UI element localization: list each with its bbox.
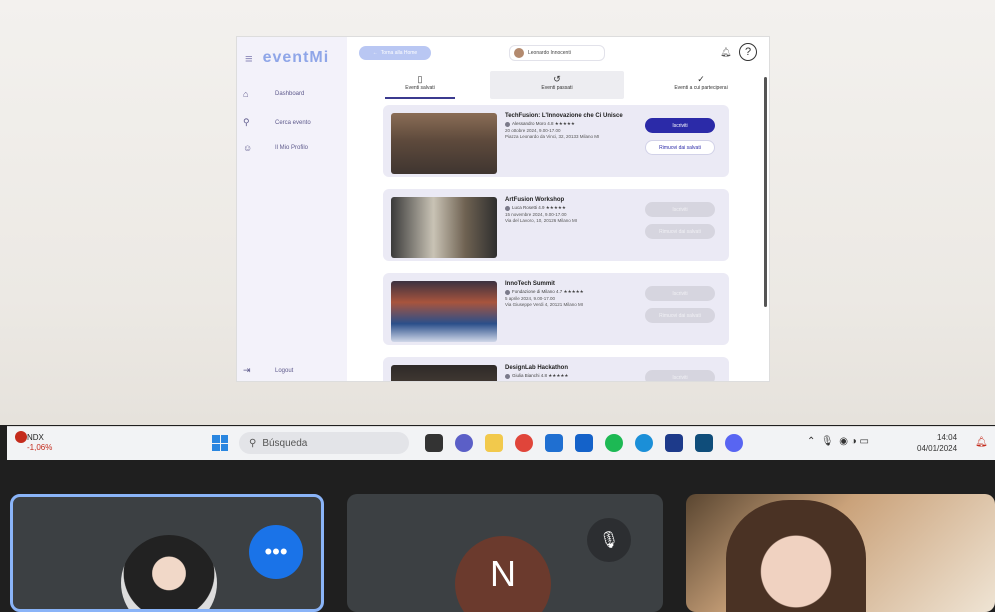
- store-icon[interactable]: [545, 434, 563, 452]
- stock-icon: [15, 431, 27, 443]
- event-info: DesignLab Hackathon Giulia Bianchi 4.8 ★…: [505, 365, 569, 379]
- organizer-avatar: [505, 289, 510, 295]
- eventmi-app-window: ≡ eventMi ⌂ Dashboard ⚲ Cerca evento ☺ I…: [236, 36, 770, 382]
- user-chip[interactable]: Leonardo Innocenti: [509, 45, 605, 61]
- search-icon: ⚲: [249, 437, 257, 449]
- bell-icon[interactable]: 🔔︎: [720, 47, 731, 58]
- system-tray[interactable]: ⌃ 🎙︎ ◉ ◑ ▭: [807, 436, 869, 447]
- chrome-icon[interactable]: [515, 434, 533, 452]
- avatar: [514, 48, 524, 58]
- tab-past[interactable]: ↺ Eventi passati: [490, 71, 624, 99]
- user-icon: ☺: [243, 143, 253, 153]
- help-icon[interactable]: ?: [739, 43, 757, 61]
- history-icon: ↺: [553, 74, 561, 84]
- sidebar-item-label: Cerca evento: [275, 119, 311, 126]
- organizer-avatar: [505, 373, 510, 379]
- dropbox-icon[interactable]: [665, 434, 683, 452]
- event-image: [391, 113, 497, 174]
- event-info: TechFusion: L'Innovazione che Ci Unisce …: [505, 113, 623, 139]
- menu-icon[interactable]: ≡: [245, 51, 253, 66]
- participant-tile-3[interactable]: [686, 494, 995, 612]
- remove-saved-button[interactable]: Rimuovi dai salvati: [645, 224, 715, 239]
- register-button[interactable]: Iscriviti: [645, 370, 715, 381]
- home-icon: ⌂: [243, 89, 249, 99]
- notification-icon[interactable]: 🔔︎: [975, 437, 988, 448]
- logout-icon: ⇥: [243, 365, 251, 375]
- event-info: InnoTech Summit Fondazione di Milano 4.7…: [505, 281, 584, 307]
- remove-saved-button[interactable]: Rimuovi dai salvati: [645, 308, 715, 323]
- register-button[interactable]: Iscriviti: [645, 118, 715, 133]
- folder-icon[interactable]: [485, 434, 503, 452]
- clock[interactable]: 14:04 04/01/2024: [917, 432, 957, 454]
- more-options-button[interactable]: •••: [249, 525, 303, 579]
- event-info: ArtFusion Workshop Luca Rosetti 4.9 ★★★★…: [505, 197, 577, 223]
- organizer-avatar: [505, 121, 510, 127]
- task-view-icon[interactable]: [425, 434, 443, 452]
- search-icon: ⚲: [243, 117, 250, 127]
- logo-row: ≡ eventMi: [245, 49, 329, 67]
- sidebar-item-label: Il Mio Profilo: [275, 145, 309, 151]
- event-card[interactable]: ArtFusion Workshop Luca Rosetti 4.9 ★★★★…: [383, 189, 729, 261]
- participant-tile-2[interactable]: N 🎙︎: [347, 494, 663, 612]
- back-button[interactable]: ← Torna alla Home: [359, 46, 431, 60]
- shared-screen-area: ≡ eventMi ⌂ Dashboard ⚲ Cerca evento ☺ I…: [0, 0, 995, 425]
- app-icon[interactable]: [695, 434, 713, 452]
- windows-start-icon[interactable]: [212, 435, 228, 451]
- tab-saved[interactable]: ▯ Eventi salvati: [385, 71, 455, 99]
- spotify-icon[interactable]: [605, 434, 623, 452]
- scrollbar[interactable]: [764, 77, 767, 307]
- edge-icon[interactable]: [635, 434, 653, 452]
- tabs: ▯ Eventi salvati ↺ Eventi passati ✓ Even…: [385, 71, 765, 99]
- sidebar-item-logout[interactable]: ⇥ Logout: [243, 365, 343, 376]
- register-button[interactable]: Iscriviti: [645, 202, 715, 217]
- sidebar-item-label: Dashboard: [275, 91, 305, 97]
- event-card[interactable]: InnoTech Summit Fondazione di Milano 4.7…: [383, 273, 729, 345]
- participant-video: [121, 535, 217, 609]
- sidebar: ≡ eventMi ⌂ Dashboard ⚲ Cerca evento ☺ I…: [237, 37, 347, 381]
- remove-saved-button[interactable]: Rimuovi dai salvati: [645, 140, 715, 155]
- register-button[interactable]: Iscriviti: [645, 286, 715, 301]
- participant-tile-1[interactable]: •••: [10, 494, 324, 612]
- bookmark-icon: ▯: [417, 74, 423, 84]
- main-content: ← Torna alla Home Leonardo Innocenti 🔔︎ …: [347, 37, 769, 381]
- mail-icon[interactable]: [575, 434, 593, 452]
- app-logo: eventMi: [262, 49, 330, 66]
- mic-off-icon: 🎙︎: [587, 518, 631, 562]
- sidebar-item-dashboard[interactable]: ⌂ Dashboard: [243, 89, 343, 99]
- search-input[interactable]: ⚲ Búsqueda: [239, 432, 409, 454]
- sidebar-item-profile[interactable]: ☺ Il Mio Profilo: [243, 143, 343, 153]
- event-image: [391, 365, 497, 381]
- organizer-avatar: [505, 205, 510, 211]
- stock-widget[interactable]: NDX -1,06%: [15, 427, 95, 461]
- event-image: [391, 197, 497, 258]
- participant-avatar: N: [455, 536, 551, 612]
- windows-taskbar: NDX -1,06% ⚲ Búsqueda ⌃ 🎙︎ ◉ ◑ ▭ 14:04 0…: [7, 426, 995, 460]
- participant-video: [726, 500, 866, 612]
- event-image: [391, 281, 497, 342]
- event-card[interactable]: DesignLab Hackathon Giulia Bianchi 4.8 ★…: [383, 357, 729, 381]
- chat-icon[interactable]: [455, 434, 473, 452]
- sidebar-item-label: Logout: [275, 367, 294, 374]
- arrow-left-icon: ←: [372, 50, 378, 56]
- sidebar-item-search[interactable]: ⚲ Cerca evento: [243, 117, 343, 128]
- check-icon: ✓: [697, 74, 705, 84]
- discord-icon[interactable]: [725, 434, 743, 452]
- event-card[interactable]: TechFusion: L'Innovazione che Ci Unisce …: [383, 105, 729, 177]
- tab-upcoming[interactable]: ✓ Eventi a cui parteciperai: [651, 71, 751, 99]
